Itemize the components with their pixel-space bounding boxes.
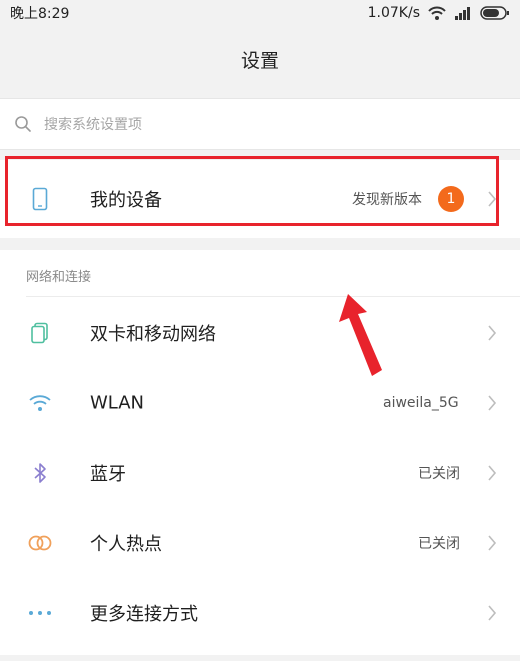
sim-card-icon [26, 319, 54, 347]
hotspot-value: 已关闭 [418, 536, 460, 552]
bluetooth-value: 已关闭 [418, 466, 460, 482]
device-card: 我的设备 发现新版本 1 [0, 160, 520, 238]
update-badge: 1 [438, 186, 464, 212]
chevron-right-icon [488, 191, 497, 207]
status-bar: 晚上8:29 1.07K/s [0, 0, 520, 26]
bluetooth-label: 蓝牙 [90, 464, 126, 485]
network-section: 网络和连接 双卡和移动网络 WLAN aiweila_5G 蓝牙 已关闭 个人热… [0, 250, 520, 655]
chevron-right-icon [488, 605, 497, 621]
chevron-right-icon [488, 325, 497, 341]
my-device-item[interactable]: 我的设备 发现新版本 1 [0, 160, 520, 238]
list-item-bluetooth[interactable]: 蓝牙 已关闭 [0, 438, 520, 508]
list-item-wlan[interactable]: WLAN aiweila_5G [0, 368, 520, 438]
page-header: 设置 [0, 26, 520, 92]
phone-icon [26, 185, 54, 213]
wlan-label: WLAN [90, 392, 145, 414]
wlan-value: aiweila_5G [383, 395, 459, 411]
update-status: 发现新版本 [352, 192, 422, 208]
network-speed: 1.07K/s [367, 5, 420, 21]
more-connections-label: 更多连接方式 [90, 604, 198, 625]
section-divider [26, 296, 520, 297]
list-item-sim[interactable]: 双卡和移动网络 [0, 298, 520, 368]
page-title: 设置 [240, 49, 279, 72]
sim-label: 双卡和移动网络 [90, 324, 216, 345]
hotspot-label: 个人热点 [90, 534, 162, 555]
bluetooth-icon [26, 459, 54, 487]
wifi-icon [26, 389, 54, 417]
search-icon [15, 116, 31, 132]
status-time: 晚上8:29 [10, 6, 70, 22]
list-item-hotspot[interactable]: 个人热点 已关闭 [0, 508, 520, 578]
battery-icon [480, 6, 509, 20]
section-title-network: 网络和连接 [26, 270, 92, 285]
wifi-status-icon [428, 6, 446, 20]
chevron-right-icon [488, 465, 497, 481]
hotspot-icon [26, 529, 54, 557]
chevron-right-icon [488, 395, 497, 411]
more-dots-icon [26, 599, 54, 627]
search-input[interactable]: 搜索系统设置项 [44, 114, 142, 134]
signal-icon [455, 7, 470, 20]
search-bar[interactable]: 搜索系统设置项 [0, 98, 520, 150]
status-indicators: 1.07K/s [368, 5, 510, 21]
chevron-right-icon [488, 535, 497, 551]
list-item-more-connections[interactable]: 更多连接方式 [0, 578, 520, 648]
my-device-label: 我的设备 [90, 190, 162, 211]
